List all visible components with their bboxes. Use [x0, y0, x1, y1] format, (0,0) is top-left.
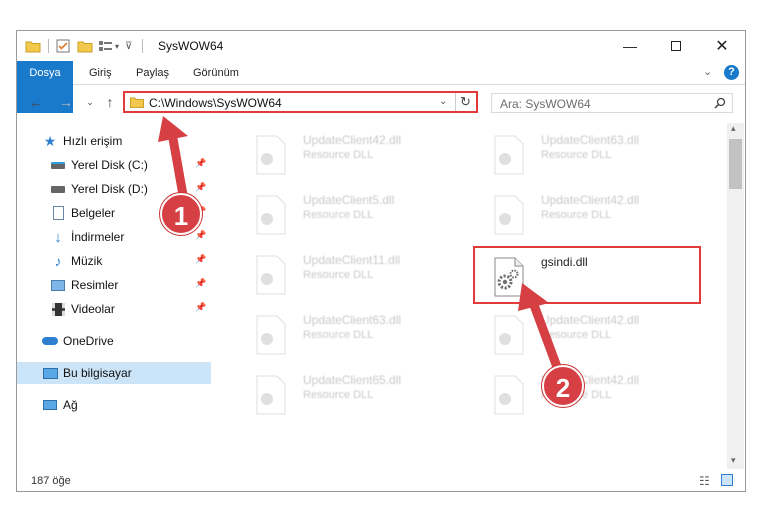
step-badge-1: 1	[160, 193, 202, 235]
arrow-2	[529, 300, 565, 380]
arrow-1	[167, 128, 188, 200]
arrowhead-2	[518, 283, 549, 311]
arrowhead-1	[158, 116, 188, 142]
step-badge-2: 2	[542, 365, 584, 407]
annotation-arrows	[158, 116, 565, 380]
